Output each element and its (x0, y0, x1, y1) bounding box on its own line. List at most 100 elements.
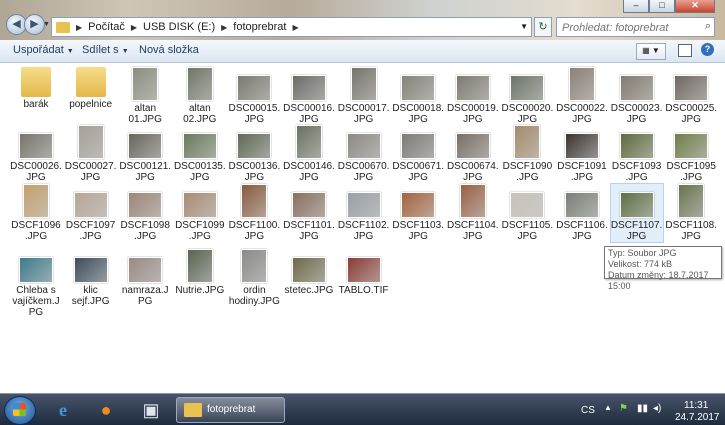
file-name: DSC00135.JPG (173, 161, 226, 183)
save-disk-icon[interactable]: ▣ (132, 397, 170, 423)
file-item[interactable]: DSCF1099.JPG (174, 184, 226, 242)
file-name: DSC00016.JPG (283, 103, 335, 125)
file-item[interactable]: namraza.JPG (119, 249, 171, 307)
forward-button[interactable]: ▶ (24, 14, 45, 35)
file-name: DSCF1098.JPG (120, 220, 170, 242)
start-button[interactable] (4, 396, 36, 425)
file-item[interactable]: altan 01.JPG (119, 67, 171, 125)
file-item[interactable]: DSC00135.JPG (174, 125, 226, 183)
file-item[interactable]: DSC00016.JPG (283, 67, 335, 125)
file-item[interactable]: DSCF1091.JPG (556, 125, 608, 183)
help-icon[interactable]: ? (701, 43, 714, 56)
file-item[interactable]: DSCF1090.JPG (501, 125, 553, 183)
file-item[interactable]: DSCF1096.JPG (10, 184, 62, 242)
file-item[interactable]: stetec.JPG (283, 249, 335, 296)
file-item[interactable]: DSC00671.JPG (392, 125, 444, 183)
organize-menu[interactable]: Uspořádat ▼ (13, 44, 74, 56)
maximize-button[interactable]: □ (649, 0, 675, 13)
file-item[interactable]: DSC00025.JPG (665, 67, 717, 125)
breadcrumb-fotoprebrat[interactable]: fotoprebrat (233, 21, 286, 33)
change-view-button[interactable]: ▦ ▼ (636, 43, 666, 60)
file-item[interactable]: DSCF1100.JPG (228, 184, 280, 242)
search-icon[interactable]: ⌕ (705, 20, 711, 33)
minimize-button[interactable]: – (623, 0, 649, 13)
language-indicator[interactable]: CS (581, 405, 595, 416)
chevron-right-icon[interactable]: ▶ (131, 23, 137, 32)
file-name: DSCF1101.JPG (283, 220, 335, 242)
clock-date[interactable]: 24.7.2017 (675, 412, 720, 423)
file-item[interactable]: DSCF1102.JPG (338, 184, 390, 242)
network-flag-icon[interactable]: ⚑ (619, 403, 628, 414)
file-item[interactable]: DSC00019.JPG (447, 67, 499, 125)
file-name: DSCF1108.JPG (665, 220, 717, 242)
show-hidden-icons-icon[interactable]: ▲ (604, 403, 612, 412)
file-item[interactable]: DSCF1093.JPG (611, 125, 663, 183)
new-folder-button[interactable]: Nová složka (139, 44, 199, 56)
file-item[interactable]: DSCF1103.JPG (392, 184, 444, 242)
image-thumbnail (186, 67, 213, 101)
file-item[interactable]: DSCF1107.JPG (609, 183, 664, 243)
file-item[interactable]: DSC00027.JPG (65, 125, 117, 183)
file-item[interactable]: DSCF1104.JPG (447, 184, 499, 242)
image-thumbnail (346, 192, 381, 218)
file-item[interactable]: altan 02.JPG (174, 67, 226, 125)
breadcrumb-usb-disk[interactable]: USB DISK (E:) (143, 21, 215, 33)
file-name: DSCF1097.JPG (65, 220, 116, 242)
file-item[interactable]: DSCF1105.JPG (501, 184, 553, 242)
file-item[interactable]: DSC00023.JPG (611, 67, 663, 125)
search-box[interactable]: ⌕ (556, 17, 715, 37)
file-item[interactable]: Nutrie.JPG (174, 249, 226, 296)
file-item[interactable]: DSCF1095.JPG (665, 125, 717, 183)
file-item[interactable]: DSCF1098.JPG (119, 184, 171, 242)
file-item[interactable]: DSC00136.JPG (228, 125, 280, 183)
folder-item[interactable]: popelnice (65, 67, 117, 110)
refresh-button[interactable]: ↻ (534, 17, 552, 37)
file-item[interactable]: DSC00146.JPG (283, 125, 335, 183)
address-dropdown-icon[interactable]: ▼ (520, 22, 528, 31)
file-item[interactable]: DSCF1106.JPG (556, 184, 608, 242)
volume-icon[interactable]: ◂) (653, 403, 661, 414)
file-item[interactable]: DSC00015.JPG (228, 67, 280, 125)
chevron-right-icon[interactable]: ▶ (292, 23, 298, 32)
command-bar: Uspořádat ▼ Sdílet s ▼ Nová složka ▦ ▼ ? (0, 40, 725, 63)
file-item[interactable]: DSC00020.JPG (501, 67, 553, 125)
file-item[interactable]: DSC00026.JPG (10, 125, 62, 183)
window-controls: – □ ✕ (623, 0, 715, 13)
file-item[interactable]: DSC00670.JPG (338, 125, 390, 183)
file-item[interactable]: DSC00121.JPG (119, 125, 171, 183)
search-input[interactable] (560, 19, 702, 37)
image-thumbnail (565, 133, 599, 159)
file-item[interactable]: DSC00017.JPG (338, 67, 390, 125)
file-item[interactable]: TABLO.TIF (338, 249, 390, 296)
file-name: DSC00027.JPG (64, 161, 117, 183)
file-item[interactable]: DSCF1101.JPG (283, 184, 335, 242)
preview-pane-icon[interactable] (678, 44, 692, 57)
firefox-icon[interactable]: ● (87, 397, 125, 423)
network-icon[interactable]: ▮▮ (637, 403, 648, 414)
breadcrumb-computer[interactable]: Počítač (88, 21, 125, 33)
file-item[interactable]: DSCF1108.JPG (665, 184, 717, 242)
clock-time[interactable]: 11:31 (684, 400, 708, 411)
image-thumbnail (292, 75, 326, 101)
file-item[interactable]: DSC00674.JPG (447, 125, 499, 183)
internet-explorer-icon[interactable]: e (44, 397, 82, 423)
chevron-right-icon[interactable]: ▶ (76, 23, 82, 32)
file-item[interactable]: Chleba s vajíčkem.JPG (10, 249, 62, 318)
image-thumbnail (510, 75, 545, 101)
file-item[interactable]: DSC00018.JPG (392, 67, 444, 125)
chevron-right-icon[interactable]: ▶ (221, 23, 227, 32)
address-bar[interactable]: ▶ Počítač ▶ USB DISK (E:) ▶ fotoprebrat … (51, 17, 532, 37)
file-item[interactable]: DSCF1097.JPG (65, 184, 117, 242)
file-item[interactable]: ordin hodiny.JPG (228, 249, 280, 307)
share-menu[interactable]: Sdílet s ▼ (82, 44, 129, 56)
taskbar-window-fotoprebrat[interactable]: fotoprebrat (176, 397, 285, 423)
recent-pages-arrow-icon[interactable]: ▼ (43, 21, 50, 28)
file-name: altan 02.JPG (183, 103, 217, 125)
file-name: DSCF1102.JPG (337, 220, 390, 242)
close-button[interactable]: ✕ (675, 0, 715, 13)
windows-logo-icon (13, 403, 26, 416)
file-item[interactable]: klic sejf.JPG (65, 249, 117, 307)
file-name: DSCF1091.JPG (557, 161, 607, 183)
file-item[interactable]: DSC00022.JPG (556, 67, 608, 125)
folder-item[interactable]: barák (10, 67, 62, 110)
